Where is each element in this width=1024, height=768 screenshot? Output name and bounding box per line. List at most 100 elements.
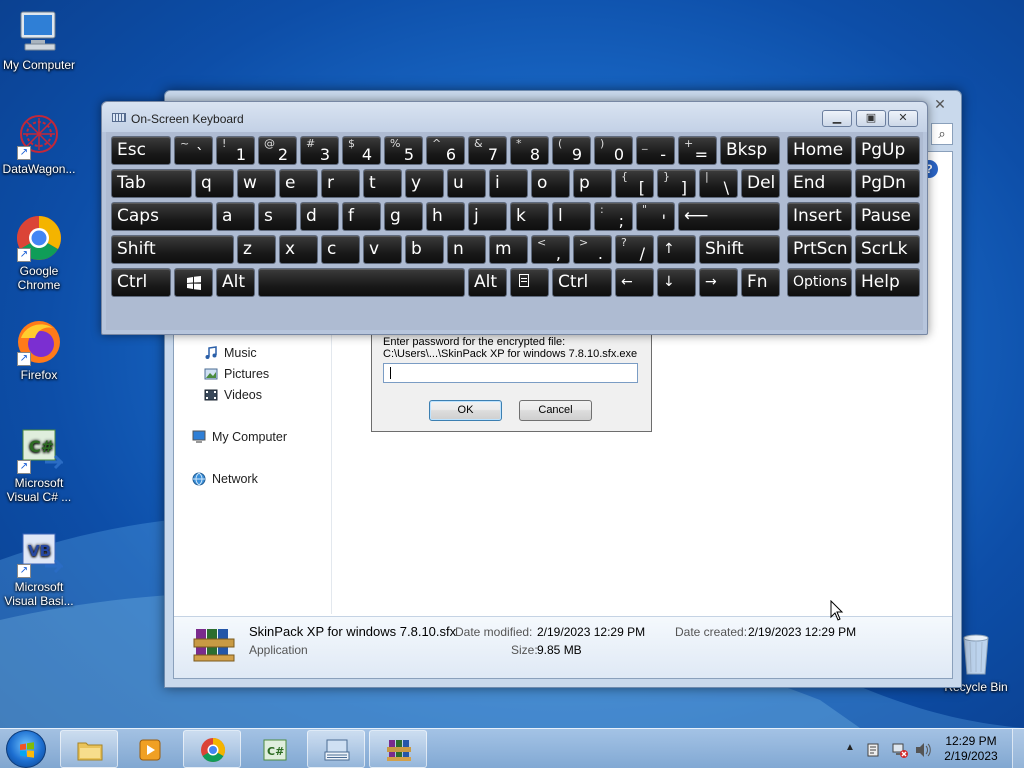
key-4[interactable]: $4 — [342, 136, 381, 165]
desktop-icon-visual-basic[interactable]: VB ↗ Microsoft Visual Basi... — [0, 530, 78, 608]
key-k[interactable]: k — [510, 202, 549, 231]
key-esc[interactable]: Esc — [111, 136, 171, 165]
key-m[interactable]: m — [489, 235, 528, 264]
key-r[interactable]: r — [321, 169, 360, 198]
key-q[interactable]: q — [195, 169, 234, 198]
key-period[interactable]: >. — [573, 235, 612, 264]
key-t[interactable]: t — [363, 169, 402, 198]
key-g[interactable]: g — [384, 202, 423, 231]
key-l[interactable]: l — [552, 202, 591, 231]
key-tilde[interactable]: ~ ` — [174, 136, 213, 165]
key-9[interactable]: (9 — [552, 136, 591, 165]
key-e[interactable]: e — [279, 169, 318, 198]
close-icon[interactable]: ✕ — [927, 95, 953, 113]
key-pgup[interactable]: PgUp — [855, 136, 920, 165]
key-h[interactable]: h — [426, 202, 465, 231]
key-v[interactable]: v — [363, 235, 402, 264]
key-w[interactable]: w — [237, 169, 276, 198]
key-z[interactable]: z — [237, 235, 276, 264]
key-a[interactable]: a — [216, 202, 255, 231]
key-home[interactable]: Home — [787, 136, 852, 165]
nav-item-network[interactable]: Network — [192, 472, 258, 486]
search-icon[interactable]: ⌕ — [931, 123, 953, 145]
taskbar-visual-csharp[interactable]: C# — [245, 730, 303, 768]
key-6[interactable]: ^ 6 — [426, 136, 465, 165]
key-shift-right[interactable]: Shift — [699, 235, 780, 264]
key-s[interactable]: s — [258, 202, 297, 231]
key-i[interactable]: i — [489, 169, 528, 198]
desktop-icon-firefox[interactable]: ↗ Firefox — [0, 318, 78, 382]
key-end[interactable]: End — [787, 169, 852, 198]
key-c[interactable]: c — [321, 235, 360, 264]
key-close-bracket[interactable]: }] — [657, 169, 696, 198]
minimize-button[interactable]: ▁ — [822, 110, 852, 127]
key-ctrl-right[interactable]: Ctrl — [552, 268, 612, 297]
key-2[interactable]: @2 — [258, 136, 297, 165]
key-help[interactable]: Help — [855, 268, 920, 297]
key-ctrl-left[interactable]: Ctrl — [111, 268, 171, 297]
show-desktop-button[interactable] — [1012, 729, 1024, 768]
key-1[interactable]: ! 1 — [216, 136, 255, 165]
tray-expand-icon[interactable]: ▲ — [845, 742, 855, 753]
key-5[interactable]: % 5 — [384, 136, 423, 165]
key-p[interactable]: p — [573, 169, 612, 198]
key-tab[interactable]: Tab — [111, 169, 192, 198]
key-shift-left[interactable]: Shift — [111, 235, 234, 264]
key-up-arrow[interactable]: ↑ — [657, 235, 696, 264]
key-semicolon[interactable]: :; — [594, 202, 633, 231]
cancel-button[interactable]: Cancel — [519, 400, 592, 421]
key-pgdn[interactable]: PgDn — [855, 169, 920, 198]
key-enter[interactable]: ⟵ — [678, 202, 780, 231]
key-space[interactable] — [258, 268, 465, 297]
close-button[interactable]: ✕ — [888, 110, 918, 127]
desktop-icon-google-chrome[interactable]: ↗ Google Chrome — [0, 214, 78, 292]
key-j[interactable]: j — [468, 202, 507, 231]
key-b[interactable]: b — [405, 235, 444, 264]
network-disconnected-icon[interactable] — [891, 741, 909, 759]
key-prtscn[interactable]: PrtScn — [787, 235, 852, 264]
key-pause[interactable]: Pause — [855, 202, 920, 231]
volume-icon[interactable] — [914, 742, 932, 758]
key-backspace[interactable]: Bksp — [720, 136, 780, 165]
key-y[interactable]: y — [405, 169, 444, 198]
desktop-icon-visual-csharp[interactable]: C# ↗ Microsoft Visual C# ... — [0, 426, 78, 504]
action-center-icon[interactable] — [866, 742, 882, 758]
key-windows[interactable] — [174, 268, 213, 297]
key-caps[interactable]: Caps — [111, 202, 213, 231]
key-x[interactable]: x — [279, 235, 318, 264]
system-clock[interactable]: 12:29 PM 2/19/2023 — [936, 734, 1006, 764]
key-right-arrow[interactable]: → — [699, 268, 738, 297]
start-button[interactable] — [6, 730, 46, 768]
key-8[interactable]: * 8 — [510, 136, 549, 165]
key-alt-left[interactable]: Alt — [216, 268, 255, 297]
key-u[interactable]: u — [447, 169, 486, 198]
taskbar-on-screen-keyboard[interactable] — [307, 730, 365, 768]
key-0[interactable]: ) 0 — [594, 136, 633, 165]
key-d[interactable]: d — [300, 202, 339, 231]
key-minus[interactable]: _ - — [636, 136, 675, 165]
key-backslash[interactable]: | \ — [699, 169, 738, 198]
key-insert[interactable]: Insert — [787, 202, 852, 231]
osk-titlebar[interactable]: On-Screen Keyboard ▁ ▣ ✕ — [102, 102, 927, 132]
nav-item-my-computer[interactable]: My Computer — [192, 430, 287, 444]
nav-item-pictures[interactable]: Pictures — [204, 367, 269, 381]
key-down-arrow[interactable]: ↓ — [657, 268, 696, 297]
taskbar-explorer[interactable] — [60, 730, 118, 768]
key-f[interactable]: f — [342, 202, 381, 231]
key-options[interactable]: Options — [787, 268, 852, 297]
key-delete[interactable]: Del — [741, 169, 780, 198]
key-left-arrow[interactable]: ← — [615, 268, 654, 297]
key-open-bracket[interactable]: {[ — [615, 169, 654, 198]
ok-button[interactable]: OK — [429, 400, 502, 421]
password-input[interactable] — [383, 363, 638, 383]
key-n[interactable]: n — [447, 235, 486, 264]
key-slash[interactable]: ? / — [615, 235, 654, 264]
key-alt-right[interactable]: Alt — [468, 268, 507, 297]
taskbar-media-player[interactable] — [121, 730, 179, 768]
key-7[interactable]: & 7 — [468, 136, 507, 165]
key-3[interactable]: #3 — [300, 136, 339, 165]
key-o[interactable]: o — [531, 169, 570, 198]
desktop-icon-my-computer[interactable]: My Computer — [0, 8, 78, 72]
nav-item-videos[interactable]: Videos — [204, 388, 262, 402]
key-scrlk[interactable]: ScrLk — [855, 235, 920, 264]
